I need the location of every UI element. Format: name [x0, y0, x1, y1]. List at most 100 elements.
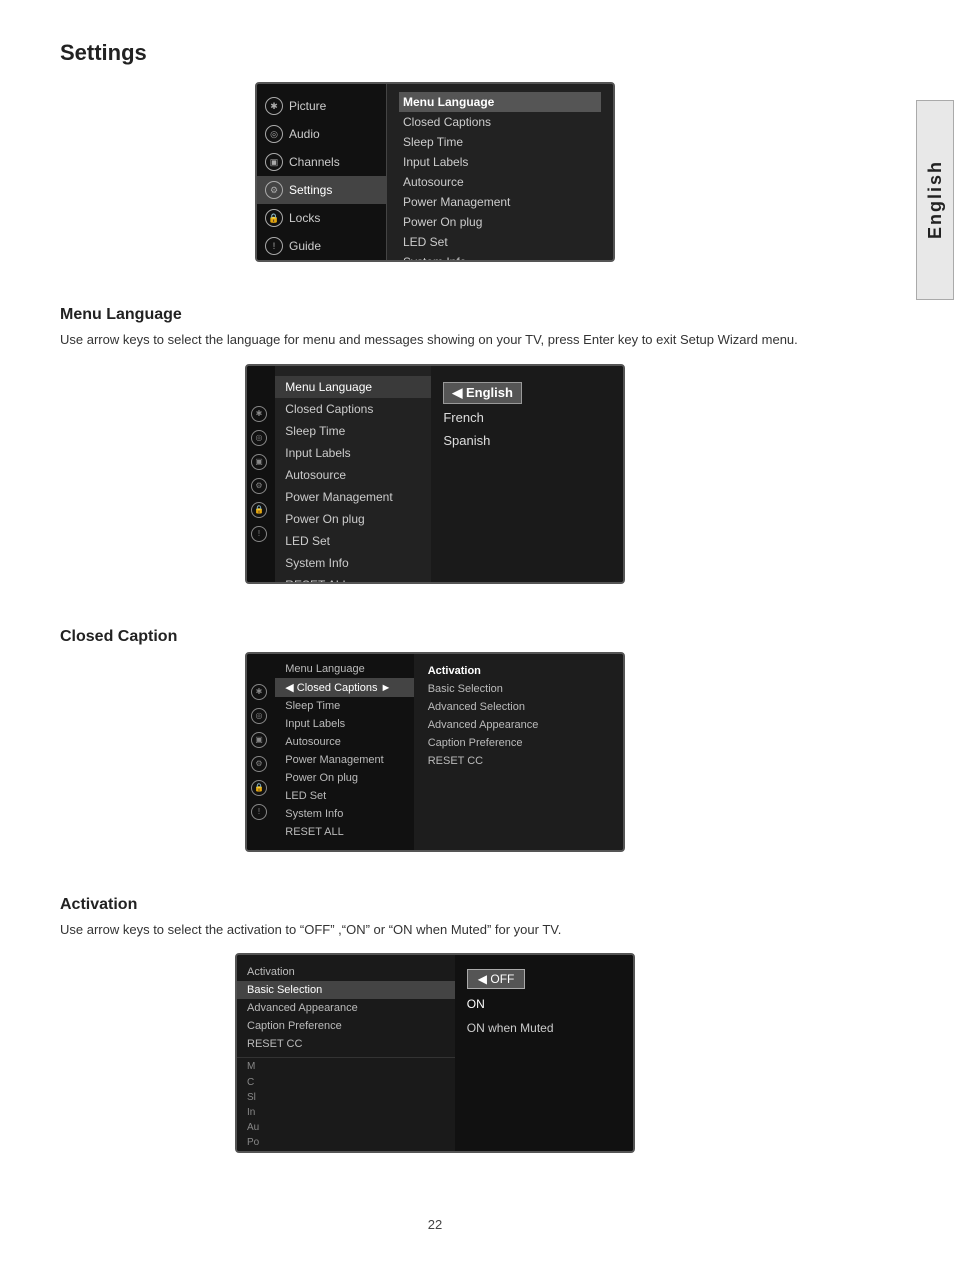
menu-item-locks: 🔒 Locks: [257, 204, 386, 232]
lang-left-sleep-time: Sleep Time: [275, 420, 431, 442]
page-title: Settings: [60, 40, 810, 66]
lang-left-power-management: Power Management: [275, 486, 431, 508]
act-left-au: Au: [237, 1120, 455, 1135]
lang-left-reset-all: RESET ALL: [275, 574, 431, 584]
act-left-po1: Po: [237, 1135, 455, 1150]
language-submenu: ◀ English French Spanish: [431, 366, 623, 582]
menu-item-guide: ! Guide: [257, 232, 386, 260]
activation-title: Activation: [60, 896, 810, 914]
act-left-reset-cc: RESET CC: [237, 1035, 455, 1053]
cc-left-icon-bar: ✱ ◎ ▣ ⚙ 🔒 !: [247, 654, 275, 850]
act-left-basic-selection: Basic Selection: [237, 981, 455, 999]
icon-dot-1: ✱: [251, 406, 267, 422]
icon-dot-4: ⚙: [251, 478, 267, 494]
picture-icon: ✱: [265, 97, 283, 115]
tv-menu-screenshot-3: ✱ ◎ ▣ ⚙ 🔒 ! Menu Language ◀ Closed Capti…: [245, 652, 625, 852]
cc-icon-dot-2: ◎: [251, 708, 267, 724]
act-left-m: M: [237, 1057, 455, 1075]
closed-caption-screenshot: ✱ ◎ ▣ ⚙ 🔒 ! Menu Language ◀ Closed Capti…: [60, 652, 810, 876]
lang-left-power-on-plug: Power On plug: [275, 508, 431, 530]
lang-option-english: ◀ English: [443, 382, 522, 404]
menu-label-settings: Settings: [289, 183, 332, 197]
right-item-menu-language: Menu Language: [399, 92, 601, 112]
tv-menu-screenshot-4: Activation Basic Selection Advanced Appe…: [235, 953, 635, 1153]
cc-left-input-labels: Input Labels: [275, 715, 413, 733]
lang-option-spanish: Spanish: [443, 431, 490, 450]
cc-left-power-management: Power Management: [275, 751, 413, 769]
cc-right-advanced-appearance: Advanced Appearance: [424, 716, 613, 734]
lang-left-autosource: Autosource: [275, 464, 431, 486]
closed-caption-title: Closed Caption: [60, 628, 810, 646]
guide-icon: !: [265, 237, 283, 255]
lang-left-input-labels: Input Labels: [275, 442, 431, 464]
right-item-system-info: System Info: [399, 252, 601, 262]
menu-item-settings: ⚙ Settings: [257, 176, 386, 204]
tv-menu-screenshot-2: ✱ ◎ ▣ ⚙ 🔒 ! Menu Language Closed Caption…: [245, 364, 625, 584]
cc-icon-dot-4: ⚙: [251, 756, 267, 772]
left-icon-bar: ✱ ◎ ▣ ⚙ 🔒 !: [247, 366, 275, 582]
right-item-led-set: LED Set: [399, 232, 601, 252]
lang-left-led-set: LED Set: [275, 530, 431, 552]
cc-left-system-info: System Info: [275, 805, 413, 823]
cc-left-reset-all: RESET ALL: [275, 823, 413, 841]
cc-right-activation: Activation: [424, 662, 613, 680]
settings-screenshot: ✱ Picture ◎ Audio ▣ Channels ⚙ Settings …: [60, 82, 810, 286]
menu-label-picture: Picture: [289, 99, 326, 113]
right-item-power-on-plug: Power On plug: [399, 212, 601, 232]
act-left-advanced-appearance: Advanced Appearance: [237, 999, 455, 1017]
cc-right-reset-cc: RESET CC: [424, 752, 613, 770]
cc-left-menu-language: Menu Language: [275, 660, 413, 678]
cc-right-panel: Activation Basic Selection Advanced Sele…: [414, 654, 623, 850]
right-item-closed-captions: Closed Captions: [399, 112, 601, 132]
act-left-c: C: [237, 1075, 455, 1090]
cc-left-power-on-plug: Power On plug: [275, 769, 413, 787]
menu-label-guide: Guide: [289, 239, 321, 253]
audio-icon: ◎: [265, 125, 283, 143]
act-left-caption-preference: Caption Preference: [237, 1017, 455, 1035]
act-opt-on: ON: [467, 995, 485, 1013]
activation-screenshot: Activation Basic Selection Advanced Appe…: [60, 953, 810, 1177]
page-number: 22: [60, 1197, 810, 1242]
locks-icon: 🔒: [265, 209, 283, 227]
activation-right-panel: ◀ OFF ON ON when Muted: [455, 955, 633, 1151]
sidebar-language-tab: English: [916, 100, 954, 300]
activation-left-panel: Activation Basic Selection Advanced Appe…: [237, 955, 455, 1151]
lang-left-closed-captions: Closed Captions: [275, 398, 431, 420]
lang-option-french: French: [443, 408, 483, 427]
cc-right-caption-preference: Caption Preference: [424, 734, 613, 752]
right-item-power-management: Power Management: [399, 192, 601, 212]
lang-left-panel: Menu Language Closed Captions Sleep Time…: [275, 366, 431, 582]
act-left-sl: Sl: [237, 1090, 455, 1105]
cc-left-closed-captions: ◀ Closed Captions ►: [275, 678, 413, 697]
cc-right-advanced-selection: Advanced Selection: [424, 698, 613, 716]
cc-left-led-set: LED Set: [275, 787, 413, 805]
activation-desc: Use arrow keys to select the activation …: [60, 920, 810, 940]
lang-left-menu-language: Menu Language: [275, 376, 431, 398]
act-opt-on-when-muted: ON when Muted: [467, 1019, 554, 1037]
act-opt-off: ◀ OFF: [467, 969, 526, 989]
cc-icon-dot-6: !: [251, 804, 267, 820]
cc-left-autosource: Autosource: [275, 733, 413, 751]
cc-icon-dot-3: ▣: [251, 732, 267, 748]
cc-icon-dot-5: 🔒: [251, 780, 267, 796]
icon-dot-6: !: [251, 526, 267, 542]
cc-left-panel: Menu Language ◀ Closed Captions ► Sleep …: [275, 654, 413, 850]
language-screenshot: ✱ ◎ ▣ ⚙ 🔒 ! Menu Language Closed Caption…: [60, 364, 810, 608]
menu-language-title: Menu Language: [60, 306, 810, 324]
tv-menu-screenshot-1: ✱ Picture ◎ Audio ▣ Channels ⚙ Settings …: [255, 82, 615, 262]
menu-item-audio: ◎ Audio: [257, 120, 386, 148]
menu-item-picture: ✱ Picture: [257, 92, 386, 120]
cc-icon-dot-1: ✱: [251, 684, 267, 700]
settings-icon: ⚙: [265, 181, 283, 199]
icon-dot-2: ◎: [251, 430, 267, 446]
right-item-autosource: Autosource: [399, 172, 601, 192]
menu-item-channels: ▣ Channels: [257, 148, 386, 176]
sidebar-language-label: English: [925, 160, 946, 239]
menu-label-audio: Audio: [289, 127, 320, 141]
channels-icon: ▣: [265, 153, 283, 171]
act-left-activation: Activation: [237, 963, 455, 981]
lang-left-system-info: System Info: [275, 552, 431, 574]
right-item-input-labels: Input Labels: [399, 152, 601, 172]
act-left-in: In: [237, 1105, 455, 1120]
cc-left-sleep-time: Sleep Time: [275, 697, 413, 715]
